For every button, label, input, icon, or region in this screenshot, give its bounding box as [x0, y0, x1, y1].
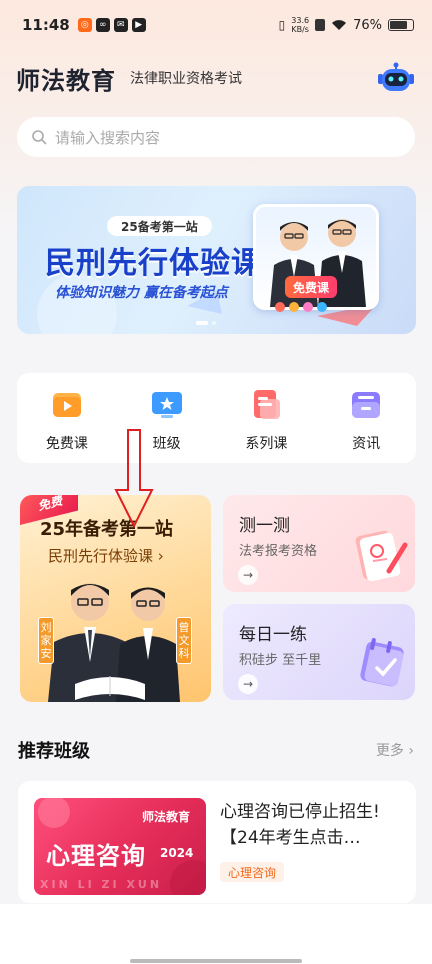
thumb-pinyin: XIN LI ZI XUN — [40, 878, 163, 891]
banner-free-badge: 免费课 — [285, 276, 338, 298]
thumb-year: 2024 — [160, 846, 194, 860]
category-news[interactable]: 资讯 — [316, 373, 416, 463]
quiz-card-subtitle: 法考报考资格 — [239, 544, 318, 559]
annotation-arrow-icon — [114, 429, 154, 528]
status-bar: 11:48 ◎ ∞ ✉ ▶ ▯ 33.6 KB/s 76% — [0, 0, 432, 50]
status-time: 11:48 — [22, 16, 70, 34]
course-thumbnail: 师法教育 心理咨询 2024 XIN LI ZI XUN — [34, 798, 206, 895]
category-free-course[interactable]: 免费课 — [17, 373, 117, 463]
banner-icon-row — [275, 302, 327, 312]
sim-icon — [315, 19, 326, 31]
thumb-title: 心理咨询 — [46, 842, 146, 870]
calendar-check-icon — [360, 638, 404, 687]
clipboard-pen-icon — [355, 530, 408, 582]
category-series[interactable]: 系列课 — [217, 373, 317, 463]
daily-practice-card[interactable]: 每日一练 积硅步 至千里 → — [223, 604, 415, 700]
arrow-right-icon: → — [238, 674, 258, 694]
category-label: 资讯 — [352, 436, 381, 452]
monitor-star-icon — [151, 392, 182, 418]
course-title: 心理咨询已停止招生!【24年考生点击… — [220, 802, 380, 848]
play-icon — [52, 393, 81, 417]
video-notification-icon: ▶ — [131, 18, 146, 32]
pagination-dot — [212, 321, 216, 325]
course-card[interactable]: 师法教育 心理咨询 2024 XIN LI ZI XUN 心理咨询已停止招生!【… — [18, 781, 416, 903]
inbox-icon — [352, 392, 381, 418]
promo-banner[interactable]: 25备考第一站 民刑先行体验课 体验知识魅力 赢在备考起点 免费课 — [17, 186, 416, 334]
banner-tag: 25备考第一站 — [107, 216, 212, 236]
trial-card-subtitle: 民刑先行体验课 › — [48, 547, 164, 565]
teacher-name-left: 刘家安 — [38, 617, 54, 664]
quiz-card[interactable]: 测一测 法考报考资格 → — [223, 495, 415, 592]
section-title: 推荐班级 — [18, 741, 90, 762]
app-notification-icon: ◎ — [77, 18, 92, 32]
app-header: 师法教育 法律职业资格考试 — [16, 58, 416, 98]
search-placeholder: 请输入搜索内容 — [55, 128, 161, 147]
brand-subtitle: 法律职业资格考试 — [130, 71, 242, 87]
link-notification-icon: ∞ — [95, 18, 110, 32]
thumb-brand: 师法教育 — [141, 810, 190, 824]
mail-notification-icon: ✉ — [113, 18, 128, 32]
network-speed: 33.6 KB/s — [291, 16, 310, 34]
course-tag: 心理咨询 — [220, 862, 285, 882]
battery-percent: 76% — [353, 17, 382, 33]
arrow-right-icon: → — [238, 565, 258, 585]
banner-pagination — [196, 321, 216, 325]
vibrate-icon: ▯ — [278, 18, 286, 32]
category-label: 免费课 — [45, 436, 88, 452]
robot-icon[interactable] — [376, 62, 416, 94]
banner-title: 民刑先行体验课 — [45, 246, 262, 281]
banner-subtitle: 体验知识魅力 赢在备考起点 — [55, 285, 228, 301]
category-label: 系列课 — [245, 436, 288, 452]
teacher-name-right: 曾文科 — [176, 617, 192, 664]
category-label: 班级 — [152, 436, 181, 452]
quiz-card-title: 测一测 — [239, 516, 290, 536]
search-bar[interactable]: 请输入搜索内容 — [17, 117, 415, 157]
recommend-section-header: 推荐班级 更多 › — [18, 735, 414, 765]
search-icon — [32, 130, 47, 145]
daily-card-title: 每日一练 — [239, 625, 307, 645]
document-icon — [254, 390, 281, 419]
battery-icon — [388, 19, 414, 31]
wifi-icon — [332, 20, 347, 30]
more-link[interactable]: 更多 › — [376, 740, 414, 760]
pagination-dot-active — [196, 321, 208, 325]
category-nav: 免费课 班级 系列课 资讯 — [17, 373, 416, 463]
home-indicator[interactable] — [130, 959, 302, 963]
bottom-area — [0, 904, 432, 964]
daily-card-subtitle: 积硅步 至千里 — [239, 653, 322, 668]
brand-logo: 师法教育 — [16, 65, 116, 95]
